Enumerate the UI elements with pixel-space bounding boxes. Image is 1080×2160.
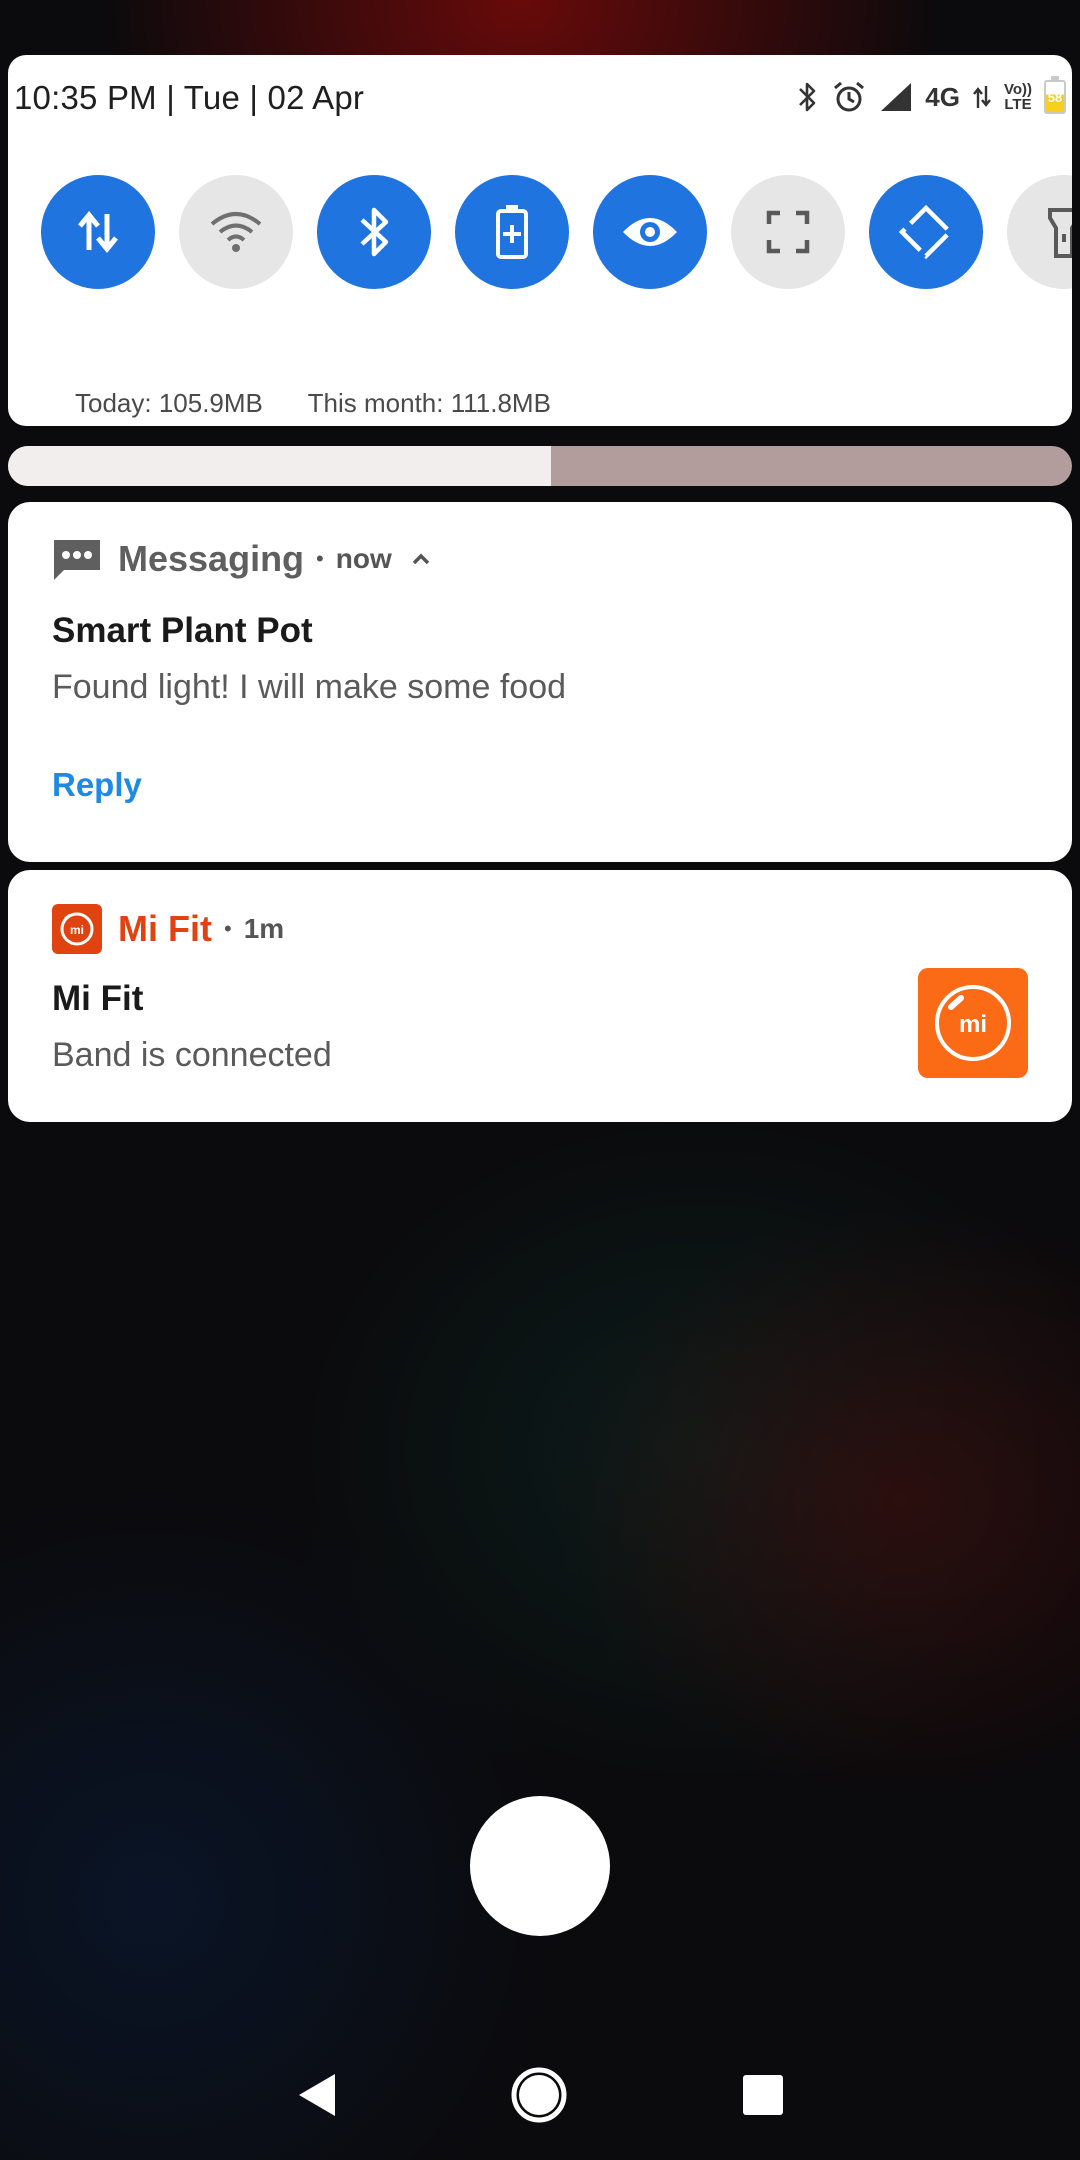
battery-plus-icon	[496, 205, 528, 259]
mi-fit-app-icon: mi	[52, 904, 102, 954]
alarm-icon	[831, 79, 867, 115]
app-name: Messaging	[118, 538, 305, 579]
mi-logo-icon: mi	[935, 985, 1011, 1061]
notification-text: Found light! I will make some food	[52, 668, 567, 706]
back-icon	[299, 2074, 335, 2116]
tile-wifi[interactable]	[179, 175, 293, 289]
tile-battery-saver[interactable]	[455, 175, 569, 289]
eye-icon	[623, 218, 677, 246]
data-transfer-icon	[78, 211, 118, 253]
floating-action-circle[interactable]	[470, 1796, 610, 1936]
navigation-bar	[0, 2050, 1080, 2140]
crop-icon	[766, 210, 810, 254]
status-bar: 10:35 PM | Tue | 02 Apr 4G Vo)) LTE 58	[8, 55, 1072, 145]
battery-icon: 58	[1044, 76, 1066, 114]
back-button[interactable]	[272, 2050, 362, 2140]
network-type: 4G	[925, 81, 960, 112]
notification-header: mi Mi Fit • 1m	[52, 904, 284, 954]
tile-reading-mode[interactable]	[593, 175, 707, 289]
bluetooth-icon	[360, 207, 389, 257]
brightness-level	[8, 446, 551, 486]
recents-button[interactable]	[718, 2050, 808, 2140]
app-name: Mi Fit	[118, 908, 212, 949]
notification-title: Smart Plant Pot	[52, 611, 313, 650]
notification-header: Messaging • now	[52, 536, 436, 582]
flashlight-icon	[1048, 208, 1072, 258]
tile-screenshot[interactable]	[731, 175, 845, 289]
rotate-icon	[898, 204, 954, 260]
recents-icon	[743, 2075, 783, 2115]
brightness-slider[interactable]	[8, 446, 1072, 486]
tile-auto-rotate[interactable]	[869, 175, 983, 289]
volte-indicator: Vo)) LTE	[1003, 81, 1032, 113]
chevron-up-icon[interactable]	[406, 547, 436, 571]
notification-text: Band is connected	[52, 1036, 332, 1074]
quick-settings-panel: 10:35 PM | Tue | 02 Apr 4G Vo)) LTE 58 T…	[8, 55, 1072, 426]
tile-mobile-data[interactable]	[41, 175, 155, 289]
notification-messaging[interactable]: Messaging • now Smart Plant Pot Found li…	[8, 502, 1072, 862]
svg-text:mi: mi	[959, 1011, 987, 1038]
mi-fit-thumbnail: mi	[918, 968, 1028, 1078]
reply-button[interactable]: Reply	[52, 766, 142, 804]
tile-bluetooth[interactable]	[317, 175, 431, 289]
notification-mi-fit[interactable]: mi Mi Fit • 1m Mi Fit Band is connected …	[8, 870, 1072, 1122]
usage-month: This month: 111.8MB	[307, 388, 551, 418]
notification-time: now	[335, 543, 392, 574]
status-icons: 4G Vo)) LTE 58	[795, 76, 1066, 117]
wifi-icon	[210, 212, 262, 252]
notification-title: Mi Fit	[52, 979, 144, 1018]
message-icon	[54, 540, 100, 580]
home-button[interactable]	[494, 2050, 584, 2140]
bluetooth-icon	[795, 80, 819, 114]
battery-level: 58	[1047, 89, 1063, 105]
home-icon	[511, 2067, 567, 2123]
usage-today: Today: 105.9MB	[75, 388, 263, 418]
data-usage: Today: 105.9MB This month: 111.8MB	[75, 388, 589, 419]
separator-dot: •	[223, 916, 232, 941]
notification-time: 1m	[243, 913, 285, 944]
data-arrows-icon	[972, 84, 992, 110]
tile-flashlight[interactable]	[1007, 175, 1072, 289]
quick-tiles-row	[8, 175, 1072, 291]
signal-icon	[879, 81, 913, 113]
separator-dot: •	[316, 546, 324, 571]
svg-text:mi: mi	[70, 923, 84, 937]
status-datetime[interactable]: 10:35 PM | Tue | 02 Apr	[14, 79, 364, 117]
